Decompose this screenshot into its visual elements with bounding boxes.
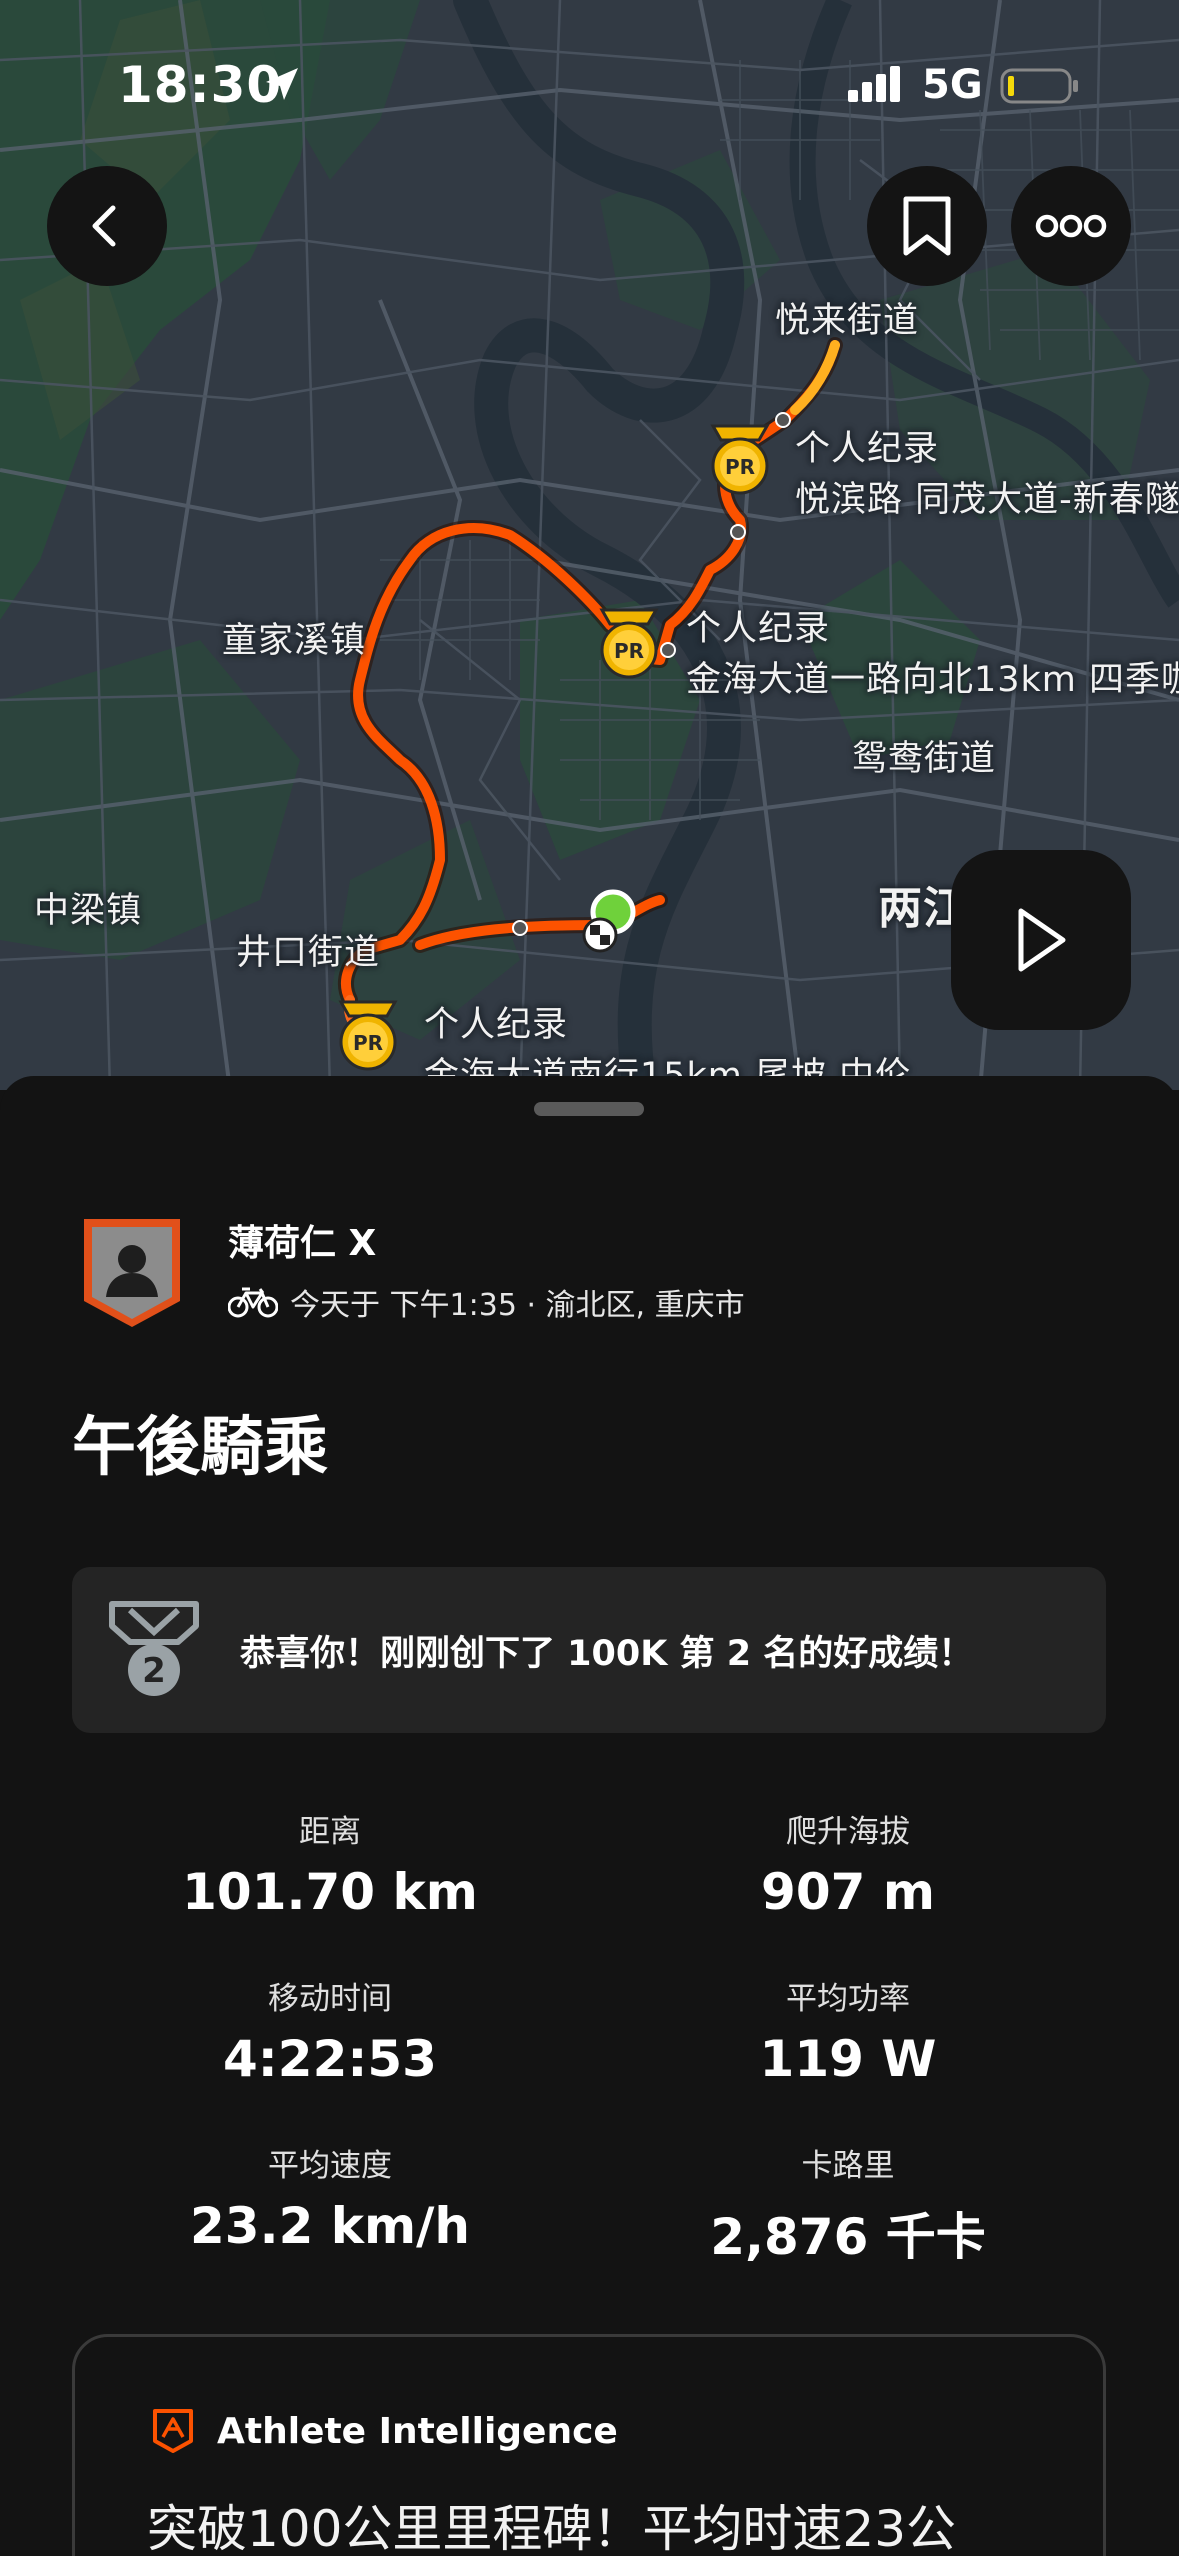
map-label-yuanyang: 鸳鸯街道	[852, 739, 997, 779]
athlete-intelligence-title: Athlete Intelligence	[217, 2410, 618, 2452]
stat-distance: 距离 101.70 km	[120, 1806, 540, 1921]
cellular-signal-icon	[848, 66, 900, 102]
finish-marker	[582, 917, 618, 953]
map-label-tongjiaxi: 童家溪镇	[222, 621, 367, 661]
pr-badge-icon[interactable]: PR	[594, 606, 664, 682]
stat-elevation: 爬升海拔 907 m	[638, 1806, 1058, 1921]
achievement-message: 恭喜你！刚刚创下了 100K 第 2 名的好成绩！	[240, 1633, 974, 1674]
bike-icon	[228, 1287, 278, 1318]
record-label[interactable]: 个人纪录 金海大道一路向北13km 四季咖	[686, 600, 1179, 702]
route-map[interactable]: 悦来街道 童家溪镇 鸳鸯街道 中梁镇 井口街道 两江 个人纪录 悦滨路 同茂大道…	[0, 0, 1179, 1090]
stat-value: 907 m	[761, 1863, 935, 1921]
back-button[interactable]	[47, 166, 167, 286]
network-type: 5G	[922, 62, 983, 108]
stat-label: 平均功率	[786, 1981, 910, 2017]
pr-badge-icon[interactable]: PR	[333, 998, 403, 1074]
record-title: 个人纪录	[686, 609, 831, 649]
achievement-banner[interactable]: 2 恭喜你！刚刚创下了 100K 第 2 名的好成绩！	[72, 1567, 1106, 1733]
pr-badge-icon[interactable]: PR	[705, 422, 775, 498]
location-arrow-icon	[266, 68, 298, 100]
stat-value: 101.70 km	[182, 1863, 478, 1921]
more-dots-icon	[1035, 214, 1107, 238]
stat-moving-time: 移动时间 4:22:53	[120, 1973, 540, 2088]
athlete-name[interactable]: 薄荷仁 X	[228, 1214, 376, 1266]
stat-value: 119 W	[759, 2030, 937, 2088]
bookmark-button[interactable]	[867, 166, 987, 286]
map-label-yuelai: 悦来街道	[775, 301, 920, 341]
back-chevron-icon	[92, 205, 116, 247]
battery-icon	[1000, 68, 1078, 104]
athlete-intelligence-card[interactable]: Athlete Intelligence 突破100公里里程碑！平均时速23公	[72, 2334, 1106, 2556]
more-options-button[interactable]	[1011, 166, 1131, 286]
stat-calories: 卡路里 2,876 千卡	[638, 2140, 1058, 2269]
record-segment: 金海大道一路向北13km 四季咖	[686, 660, 1179, 700]
stat-avg-speed: 平均速度 23.2 km/h	[120, 2140, 540, 2255]
map-label-jingkou: 井口街道	[236, 933, 381, 973]
avatar-shield-icon	[84, 1219, 180, 1327]
svg-text:PR: PR	[614, 639, 644, 663]
activity-meta-text: 今天于 下午1:35 · 渝北区, 重庆市	[290, 1288, 745, 1323]
bookmark-icon	[903, 196, 951, 256]
activity-meta: 今天于 下午1:35 · 渝北区, 重庆市	[228, 1280, 745, 1324]
record-label[interactable]: 个人纪录 悦滨路 同茂大道-新春隧	[795, 420, 1179, 522]
stat-label: 卡路里	[801, 2148, 895, 2184]
stat-label: 平均速度	[268, 2148, 392, 2184]
athlete-intelligence-header: Athlete Intelligence	[151, 2407, 618, 2455]
stat-value: 23.2 km/h	[190, 2197, 470, 2255]
record-title: 个人纪录	[795, 429, 940, 469]
record-segment: 悦滨路 同茂大道-新春隧	[795, 480, 1179, 520]
map-label-zhongliang: 中梁镇	[34, 891, 143, 931]
svg-text:PR: PR	[353, 1031, 383, 1055]
athlete-intelligence-icon	[153, 2409, 193, 2453]
stat-value: 2,876 千卡	[710, 2208, 986, 2266]
stat-label: 移动时间	[268, 1981, 392, 2017]
svg-text:2: 2	[142, 1651, 166, 1691]
status-time: 18:30	[118, 56, 283, 114]
sheet-drag-handle[interactable]	[534, 1102, 644, 1116]
avatar[interactable]	[80, 1215, 184, 1331]
stat-avg-power: 平均功率 119 W	[638, 1973, 1058, 2088]
stat-value: 4:22:53	[223, 2030, 437, 2088]
stat-label: 爬升海拔	[786, 1814, 910, 1850]
play-icon	[1018, 908, 1066, 972]
athlete-intelligence-summary: 突破100公里里程碑！平均时速23公	[147, 2500, 957, 2556]
record-title: 个人纪录	[424, 1005, 569, 1045]
activity-title: 午後騎乘	[72, 1411, 328, 1485]
svg-text:PR: PR	[725, 455, 755, 479]
medal-icon: 2	[109, 1601, 199, 1696]
flyover-play-button[interactable]	[951, 850, 1131, 1030]
stat-label: 距离	[299, 1814, 361, 1850]
